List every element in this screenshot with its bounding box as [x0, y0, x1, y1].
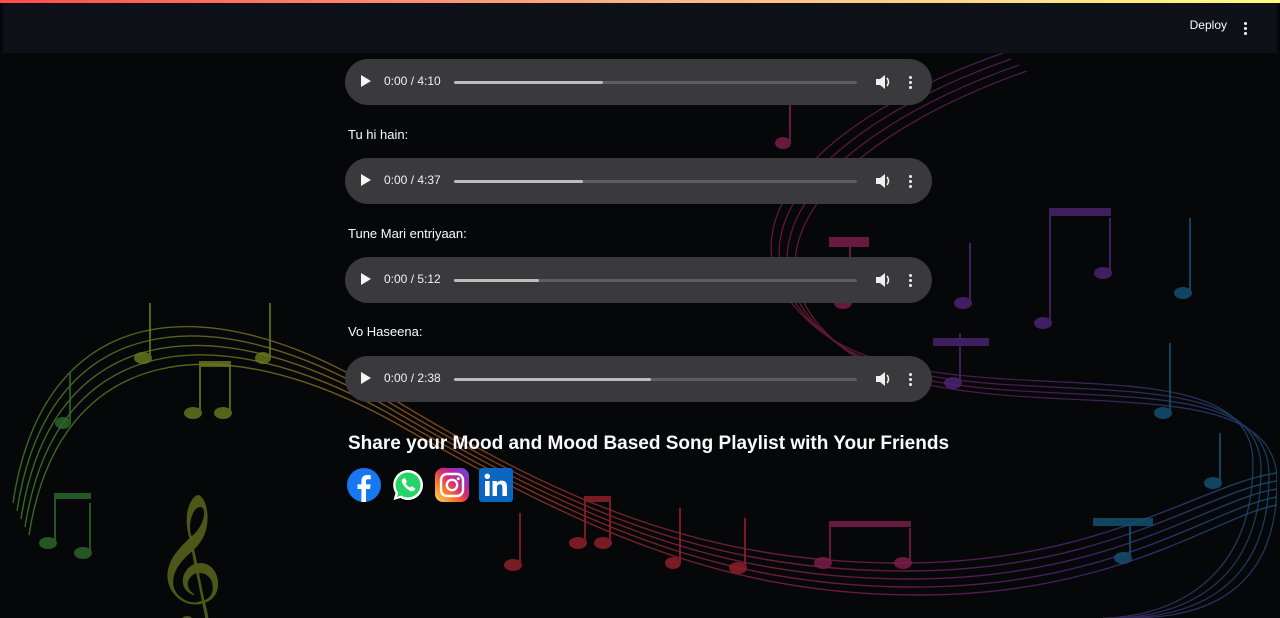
- song-label: Tune Mari entriyaan:: [348, 226, 467, 241]
- share-title: Share your Mood and Mood Based Song Play…: [348, 433, 950, 454]
- audio-progress-bar[interactable]: [454, 180, 857, 183]
- audio-time: 0:00 / 2:38: [384, 371, 441, 385]
- deploy-button[interactable]: Deploy: [1190, 18, 1227, 32]
- song-label: Tu hi hain:: [348, 127, 409, 142]
- instagram-icon[interactable]: [435, 468, 469, 502]
- audio-options-icon[interactable]: [907, 173, 913, 189]
- facebook-icon[interactable]: [347, 468, 381, 502]
- volume-icon[interactable]: [875, 172, 891, 190]
- audio-options-icon[interactable]: [907, 371, 913, 387]
- kebab-menu-icon[interactable]: [1235, 17, 1255, 39]
- app-header: Deploy: [3, 3, 1277, 53]
- audio-progress-bar[interactable]: [454, 81, 857, 84]
- audio-time: 0:00 / 5:12: [384, 272, 441, 286]
- audio-options-icon[interactable]: [907, 272, 913, 288]
- volume-icon[interactable]: [875, 271, 891, 289]
- audio-time: 0:00 / 4:10: [384, 74, 441, 88]
- play-icon[interactable]: [361, 174, 371, 186]
- audio-player[interactable]: 0:00 / 4:10: [345, 59, 932, 105]
- audio-progress-bar[interactable]: [454, 378, 857, 381]
- play-icon[interactable]: [361, 372, 371, 384]
- audio-time: 0:00 / 4:37: [384, 173, 441, 187]
- volume-icon[interactable]: [875, 370, 891, 388]
- play-icon[interactable]: [361, 75, 371, 87]
- audio-options-icon[interactable]: [907, 74, 913, 90]
- audio-player[interactable]: 0:00 / 5:12: [345, 257, 932, 303]
- svg-text:𝄞: 𝄞: [153, 493, 224, 618]
- audio-progress-bar[interactable]: [454, 279, 857, 282]
- linkedin-icon[interactable]: [479, 468, 513, 502]
- audio-player[interactable]: 0:00 / 4:37: [345, 158, 932, 204]
- volume-icon[interactable]: [875, 73, 891, 91]
- play-icon[interactable]: [361, 273, 371, 285]
- app-frame: Deploy 𝄞 0:00 / 4:10 Tu hi hain: 0:00 / …: [3, 3, 1277, 618]
- song-label: Vo Haseena:: [348, 324, 423, 339]
- whatsapp-icon[interactable]: [391, 468, 425, 502]
- audio-player[interactable]: 0:00 / 2:38: [345, 356, 932, 402]
